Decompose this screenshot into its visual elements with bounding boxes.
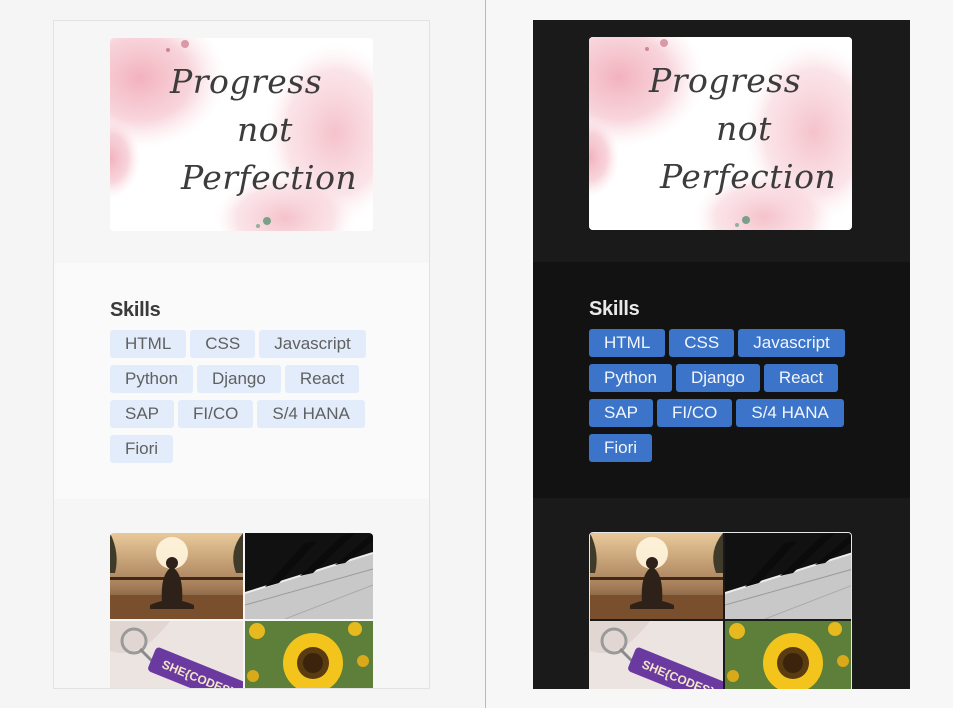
gallery-section: SHE{CODES}: [54, 499, 429, 688]
gallery-section: SHE{CODES}: [533, 498, 910, 689]
skill-tag-s4hana: S/4 HANA: [257, 400, 365, 428]
skill-tag-react: React: [284, 365, 360, 393]
skill-tag-django: Django: [196, 365, 281, 393]
skills-heading: Skills: [110, 299, 161, 321]
skill-tag-react: React: [763, 364, 839, 392]
skill-tag-html: HTML: [110, 330, 187, 358]
sunflower-photo: [725, 621, 851, 689]
quote-image: Progress not Perfection: [589, 37, 852, 230]
photo-gallery: SHE{CODES}: [589, 532, 852, 689]
piano-keys-photo: [725, 533, 851, 619]
skill-tag-s4hana: S/4 HANA: [736, 399, 844, 427]
skill-tag-django: Django: [675, 364, 760, 392]
skill-tag-fico: FI/CO: [178, 400, 254, 428]
hero-section: Progress not Perfection: [54, 21, 429, 263]
quote-image: Progress not Perfection: [110, 38, 373, 231]
she-codes-keychain-photo: SHE{CODES}: [590, 621, 723, 689]
photo-gallery: SHE{CODES}: [110, 533, 373, 688]
skill-tag-sap: SAP: [589, 399, 654, 427]
quote-line-2: not: [237, 110, 293, 149]
quote-line-1: Progress: [170, 62, 323, 101]
skills-section: Skills HTML CSS Javascript Python Django…: [54, 263, 429, 499]
skill-tag-fiori: Fiori: [110, 435, 174, 463]
she-codes-keychain-photo: SHE{CODES}: [110, 621, 243, 688]
skill-tag-fiori: Fiori: [589, 434, 653, 462]
quote-line-3: Perfection: [181, 158, 358, 197]
meditation-photo: [110, 533, 243, 619]
piano-keys-photo: [245, 533, 373, 619]
skills-heading: Skills: [589, 298, 640, 320]
skill-tag-fico: FI/CO: [657, 399, 733, 427]
skill-tag-javascript: Javascript: [738, 329, 845, 357]
skills-section: Skills HTML CSS Javascript Python Django…: [533, 262, 910, 498]
skill-tag-python: Python: [589, 364, 672, 392]
skills-tag-list: HTML CSS Javascript Python Django React …: [589, 329, 859, 462]
quote-line-1: Progress: [649, 61, 802, 100]
quote-line-3: Perfection: [660, 157, 837, 196]
sunflower-photo: [245, 621, 373, 688]
skill-tag-javascript: Javascript: [259, 330, 366, 358]
skills-tag-list: HTML CSS Javascript Python Django React …: [110, 330, 380, 463]
skill-tag-css: CSS: [669, 329, 735, 357]
skill-tag-html: HTML: [589, 329, 666, 357]
skill-tag-css: CSS: [190, 330, 256, 358]
profile-card-dark: Progress not Perfection Skills HTML CSS …: [533, 20, 910, 689]
profile-card-light: Progress not Perfection Skills HTML CSS …: [53, 20, 430, 689]
meditation-photo: [590, 533, 723, 619]
hero-section: Progress not Perfection: [533, 20, 910, 262]
skill-tag-python: Python: [110, 365, 193, 393]
quote-line-2: not: [716, 109, 772, 148]
skill-tag-sap: SAP: [110, 400, 175, 428]
